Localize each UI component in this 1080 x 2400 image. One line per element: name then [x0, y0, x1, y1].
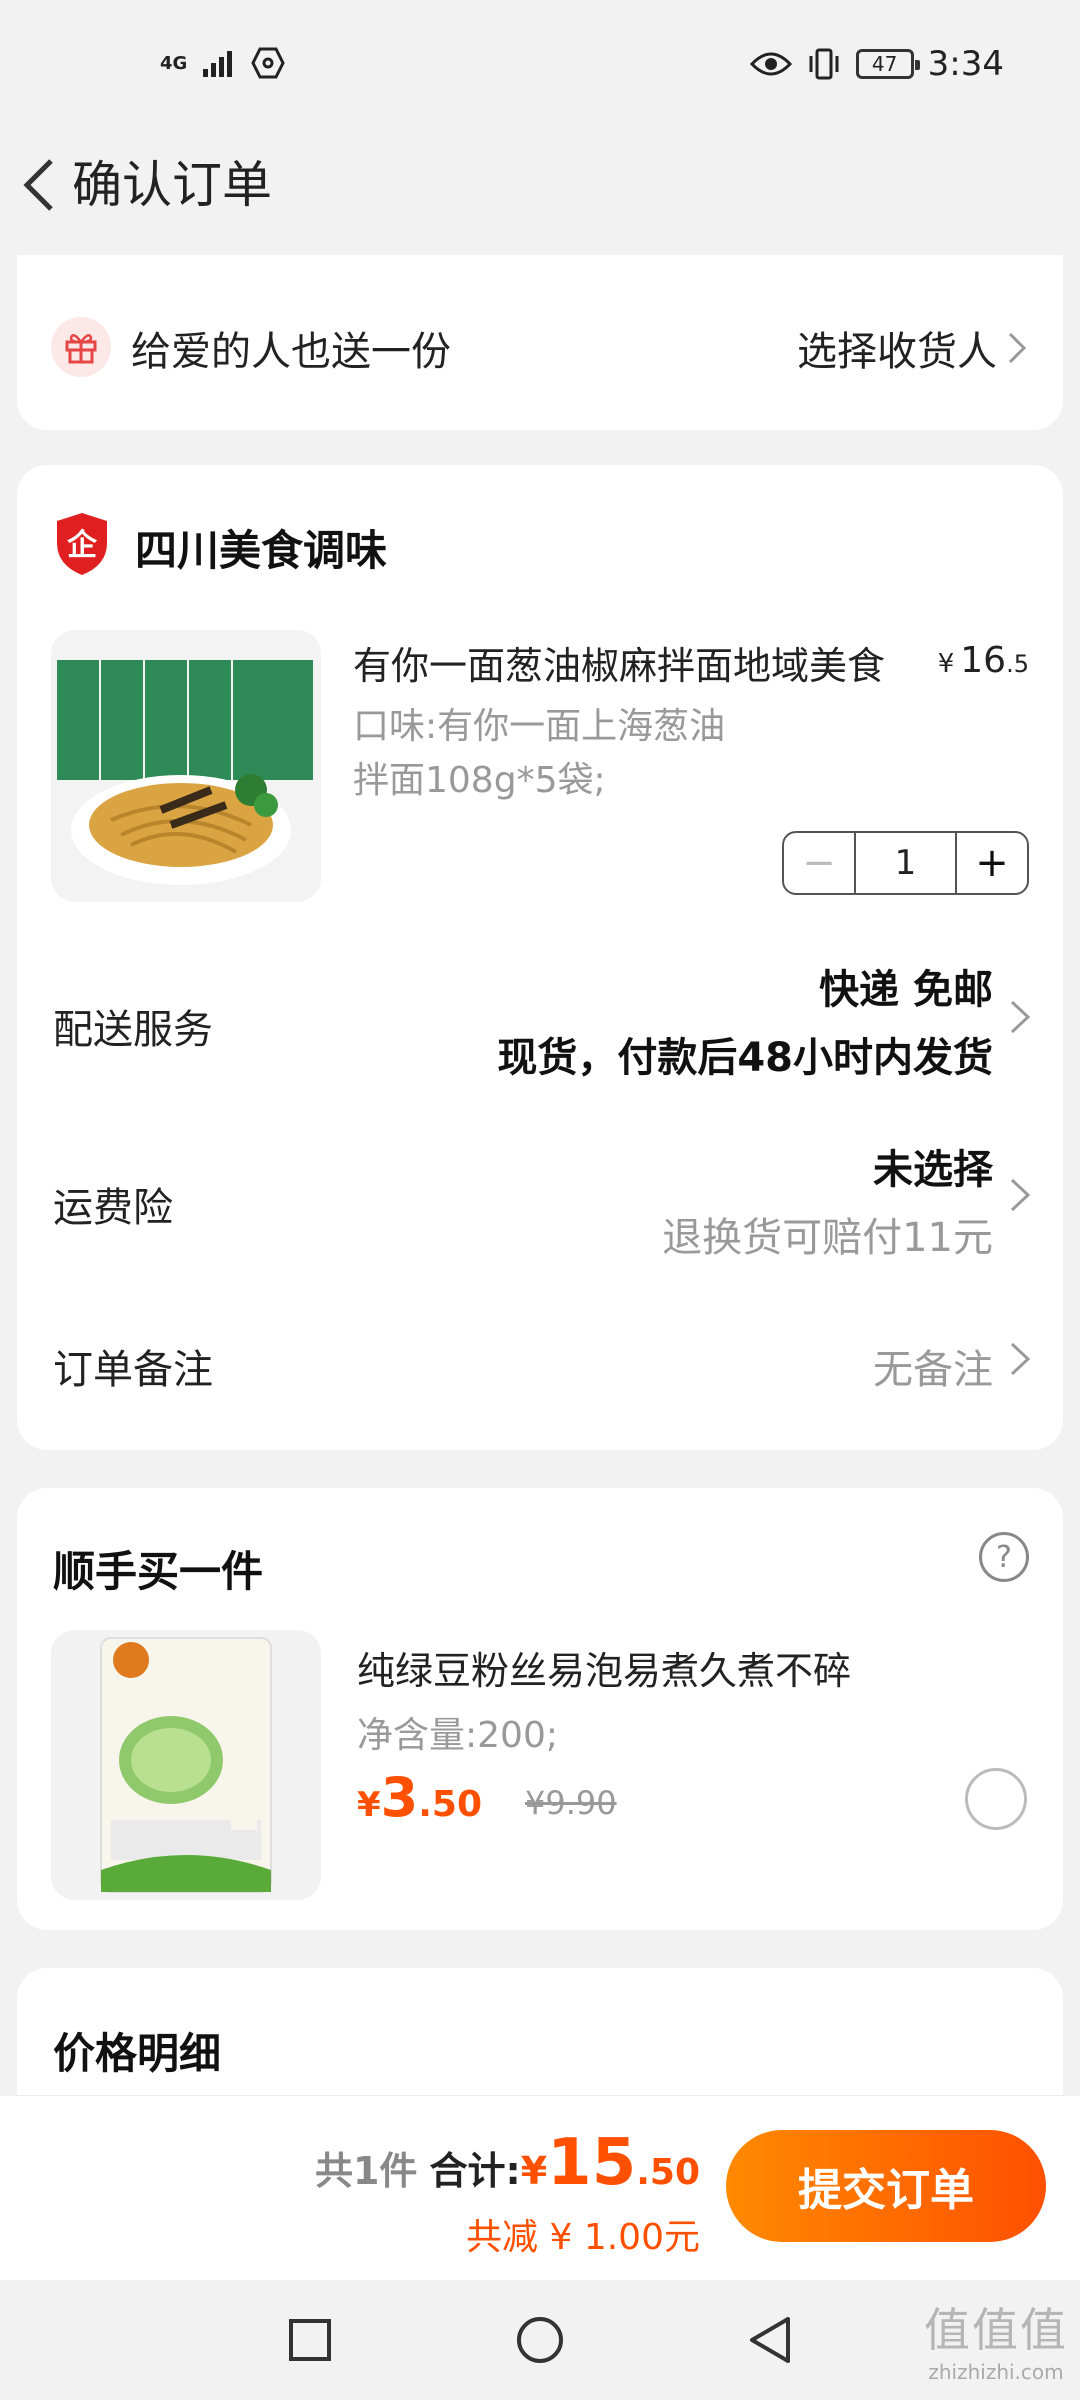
chevron-right-icon: [1010, 1178, 1031, 1212]
circle-icon: [517, 2317, 563, 2363]
addon-product-image[interactable]: [51, 1630, 321, 1900]
status-bar: 4G 47 3:34: [0, 0, 1080, 130]
header: 确认订单: [0, 130, 1080, 240]
total-line: 共1件 合计:¥15.50: [315, 2126, 700, 2200]
recent-apps-button[interactable]: [280, 2310, 340, 2370]
square-icon: [289, 2319, 331, 2361]
total-symbol: ¥: [520, 2149, 548, 2193]
hexagon-icon: [251, 47, 285, 79]
system-nav-bar: 值值值 zhizhizhi.com: [0, 2280, 1080, 2400]
price-detail-card: 价格明细: [17, 1968, 1063, 2108]
addon-product-name[interactable]: 纯绿豆粉丝易泡易煮久煮不碎: [357, 1640, 851, 1695]
battery-level: 47: [871, 52, 898, 76]
status-left: 4G: [160, 46, 285, 80]
enterprise-shield-icon: 企: [57, 513, 107, 575]
addon-title: 顺手买一件: [53, 1547, 264, 1596]
product-spec: 口味:有你一面上海葱油拌面108g*5袋;: [353, 706, 726, 801]
eye-icon: [749, 52, 792, 76]
shop-name: 四川美食调味: [135, 526, 388, 575]
watermark-logo: 值值值: [924, 2303, 1068, 2357]
delivery-time: 现货，付款后48小时内发货: [497, 1035, 993, 1081]
home-button[interactable]: [510, 2310, 570, 2370]
network-label: 4G: [160, 52, 188, 74]
delivery-method: 快递 免邮: [819, 967, 993, 1013]
quantity-stepper: − 1 +: [782, 831, 1029, 895]
signal-icon: [203, 51, 233, 77]
total-cents: .50: [636, 2152, 700, 2193]
product-image[interactable]: [51, 630, 321, 902]
quantity-input[interactable]: 1: [856, 833, 955, 893]
product-price-int: 16: [960, 640, 1007, 681]
triangle-back-icon: [750, 2317, 790, 2363]
svg-text:企: 企: [67, 528, 98, 563]
increase-button[interactable]: +: [955, 833, 1027, 893]
remark-value: 无备注: [873, 1347, 993, 1393]
watermark: 值值值 zhizhizhi.com: [924, 2294, 1068, 2384]
select-recipient-label: 选择收货人: [797, 329, 997, 375]
order-card: 企 四川美食调味 有你一面葱油椒麻拌面地域美食 ¥16.5 口味:有你一面上海葱…: [17, 465, 1063, 1450]
battery-icon: 47: [855, 49, 920, 79]
total-amount: ¥15.50: [520, 2126, 700, 2200]
discount-total: 共减 ¥ 1.00元: [466, 2217, 700, 2258]
page-title: 确认订单: [72, 156, 272, 214]
status-right: 47 3:34: [749, 44, 1004, 84]
item-count: 共1件: [314, 2149, 418, 2193]
help-icon[interactable]: ?: [979, 1532, 1029, 1582]
addon-original-price: ¥9.90: [525, 1784, 617, 1822]
addon-select-radio[interactable]: [965, 1768, 1027, 1830]
total-label: 合计:: [429, 2149, 521, 2193]
submit-order-button[interactable]: 提交订单: [726, 2130, 1046, 2242]
product-title[interactable]: 有你一面葱油椒麻拌面地域美食: [353, 635, 913, 690]
addon-product-spec: 净含量:200;: [357, 1715, 558, 1756]
product-price-cents: .5: [1006, 650, 1029, 678]
product-price-symbol: ¥: [937, 649, 955, 679]
insurance-note: 退换货可赔付11元: [662, 1215, 993, 1261]
gift-card[interactable]: 给爱的人也送一份 选择收货人: [17, 255, 1063, 430]
insurance-status: 未选择: [873, 1147, 993, 1193]
chevron-right-icon: [1010, 1000, 1031, 1034]
checkout-bar: 共1件 合计:¥15.50 共减 ¥ 1.00元 提交订单: [0, 2095, 1080, 2280]
insurance-label: 运费险: [53, 1185, 173, 1231]
chevron-left-icon: [23, 159, 53, 211]
clock: 3:34: [927, 44, 1004, 84]
addon-card: 顺手买一件 ? 纯绿豆粉丝易泡易煮久煮不碎 净含量:200; ¥3.50 ¥9.…: [17, 1488, 1063, 1930]
back-button[interactable]: [8, 150, 68, 220]
addon-price: ¥3.50: [357, 1766, 482, 1829]
price-detail-title: 价格明细: [53, 2029, 222, 2078]
remark-label: 订单备注: [53, 1347, 213, 1393]
chevron-right-icon: [1008, 332, 1027, 364]
watermark-url: zhizhizhi.com: [928, 2360, 1064, 2384]
product-price: ¥16.5: [938, 640, 1029, 681]
delivery-label: 配送服务: [53, 1007, 213, 1053]
gift-icon: [51, 317, 111, 377]
addon-price-symbol: ¥: [357, 1785, 381, 1825]
addon-price-cents: .50: [418, 1784, 483, 1825]
select-recipient-button[interactable]: 选择收货人: [797, 319, 1027, 377]
decrease-button[interactable]: −: [784, 833, 856, 893]
addon-price-int: 3: [380, 1766, 419, 1829]
back-nav-button[interactable]: [740, 2310, 800, 2370]
chevron-right-icon: [1010, 1342, 1031, 1376]
vibrate-icon: [809, 48, 839, 80]
gift-label: 给爱的人也送一份: [131, 329, 451, 375]
total-int: 15: [547, 2126, 637, 2200]
